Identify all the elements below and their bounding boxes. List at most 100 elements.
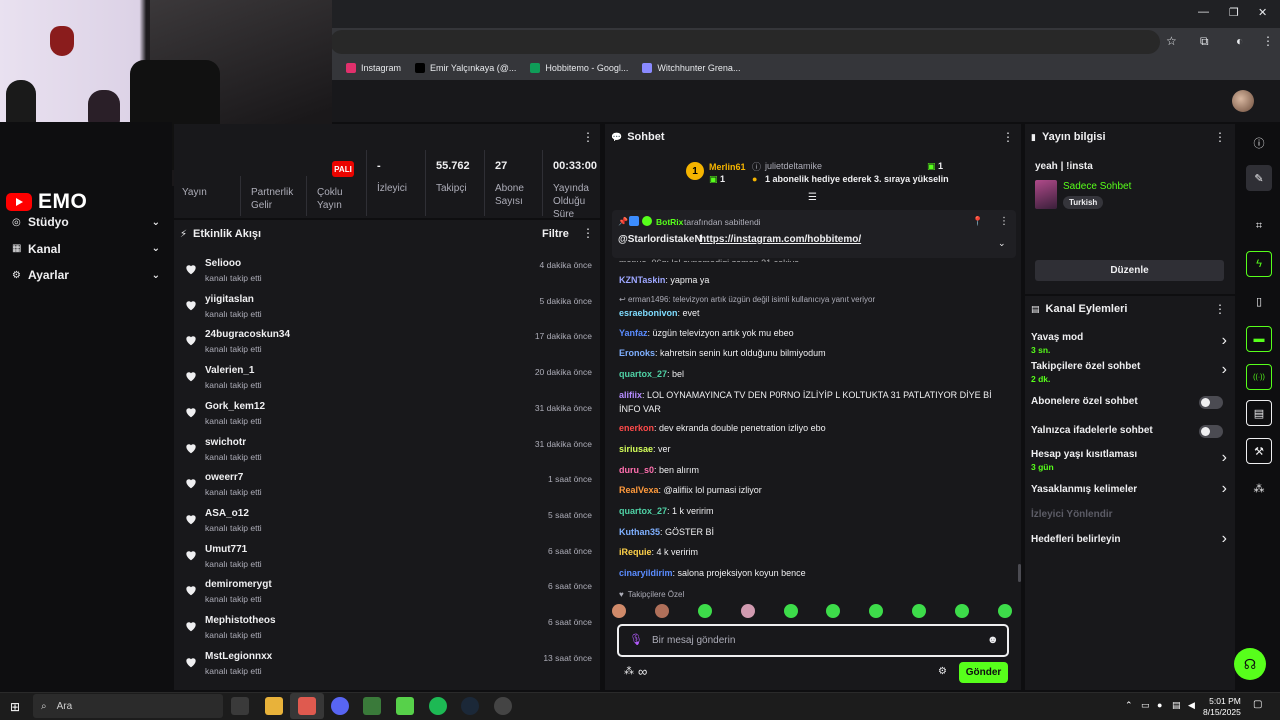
browser-menu-icon[interactable]: ⋮ [1262, 34, 1274, 48]
help-button[interactable]: ☊ [1234, 648, 1266, 680]
channel-action-item[interactable]: Hesap yaşı kısıtlaması 3 gün › [1031, 449, 1227, 472]
chat-message[interactable]: KZNTaskin: yapma ya [619, 273, 1009, 287]
stream-tag[interactable]: Turkish [1063, 196, 1104, 209]
emote-icon[interactable] [740, 604, 755, 618]
emote-icon[interactable] [612, 604, 626, 618]
list-item[interactable]: oweerr7 kanalı takip etti 1 saat önce [184, 469, 592, 505]
wrench-icon[interactable]: ⚒ [1246, 438, 1272, 464]
toggle-switch[interactable] [1199, 396, 1223, 409]
xbox-icon[interactable] [363, 697, 381, 715]
channel-action-item[interactable]: Hedefleri belirleyin › [1031, 530, 1227, 547]
bookmark-item[interactable]: Instagram [346, 63, 401, 73]
maximize-icon[interactable]: ❐ [1229, 6, 1239, 19]
list-item[interactable]: Umut771 kanalı takip etti 6 saat önce [184, 541, 592, 577]
tray-volume-icon[interactable]: ◀ [1188, 700, 1195, 711]
chat-scrollbar[interactable] [1018, 564, 1021, 582]
stats-more-icon[interactable]: ⋮ [582, 130, 594, 144]
tray-network-icon[interactable]: ▤ [1172, 700, 1181, 711]
chat-username[interactable]: esraebonivon [619, 308, 678, 318]
channel-action-item[interactable]: Yasaklanmış kelimeler › [1031, 480, 1227, 497]
stream-category[interactable]: Sadece Sohbet [1063, 181, 1131, 192]
bookmark-item[interactable]: Emir Yalçınkaya (@... [415, 63, 516, 73]
crop-icon[interactable]: ⌗ [1246, 213, 1272, 239]
address-bar[interactable] [330, 30, 1160, 54]
taskbar-search[interactable]: ⌕ Ara [33, 694, 223, 718]
activity-filter-button[interactable]: Filtre [542, 228, 569, 240]
emote-icon[interactable] [912, 604, 927, 618]
layout-icon[interactable]: ▤ [1246, 400, 1272, 426]
chat-message[interactable]: RealVexa: @alifiix lol purnasi izliyor [619, 483, 1009, 497]
document-icon[interactable]: ▯ [1246, 288, 1272, 314]
toggle-switch[interactable] [1199, 425, 1223, 438]
list-item[interactable]: Mephistotheos kanalı takip etti 6 saat önc… [184, 612, 592, 648]
emote-icon[interactable] [654, 604, 669, 618]
broadcast-icon[interactable]: ((·)) [1246, 364, 1272, 390]
chat-username[interactable]: alifiix [619, 390, 642, 400]
close-icon[interactable]: ✕ [1258, 6, 1267, 19]
emote-icon[interactable] [997, 604, 1012, 618]
windows-start-icon[interactable]: ⊞ [10, 700, 20, 714]
pinned-link[interactable]: https://instagram.com/hobbitemo/ [700, 234, 861, 245]
channel-actions-more-icon[interactable]: ⋮ [1214, 302, 1226, 316]
activity-more-icon[interactable]: ⋮ [582, 226, 594, 240]
chat-username[interactable]: Yanfaz [619, 328, 648, 338]
list-item[interactable]: ASA_o12 kanalı takip etti 5 saat önce [184, 505, 592, 541]
tray-battery-icon[interactable]: ▭ [1141, 700, 1150, 711]
bookmark-item[interactable]: Hobbitemo - Googl... [530, 63, 628, 73]
chat-username[interactable]: RealVexa [619, 485, 659, 495]
emote-icon[interactable] [783, 604, 798, 618]
chat-username[interactable]: Kuthan35 [619, 527, 660, 537]
chat-username[interactable]: quartox_27 [619, 506, 667, 516]
microphone-icon[interactable]: 🎙 [629, 633, 643, 646]
send-button[interactable]: Gönder [959, 662, 1008, 683]
emote-icon[interactable] [955, 604, 969, 618]
profile-icon[interactable]: ◐ [1236, 34, 1243, 48]
chat-message[interactable]: duru_s0: ben alırım [619, 463, 1009, 477]
stream-info-more-icon[interactable]: ⋮ [1214, 130, 1226, 144]
channel-action-item[interactable]: Yavaş mod 3 sn. › [1031, 332, 1227, 355]
extensions-icon[interactable]: ⧉ [1200, 34, 1209, 49]
chat-message[interactable]: cinaryildirim: salona projeksiyon koyun … [619, 566, 1009, 580]
file-explorer-icon[interactable] [265, 697, 283, 715]
bookmark-star-icon[interactable]: ☆ [1166, 34, 1177, 48]
obs-icon[interactable] [494, 697, 512, 715]
chat-username[interactable]: enerkon [619, 423, 654, 433]
steam-icon[interactable] [461, 697, 479, 715]
chat-message[interactable]: siriusae: ver [619, 442, 1009, 456]
emote-icon[interactable] [869, 604, 884, 618]
task-view-icon[interactable] [231, 697, 249, 715]
chat-message[interactable]: quartox_27: 1 k veririm [619, 504, 1009, 518]
chat-username[interactable]: quartox_27 [619, 369, 667, 379]
list-item[interactable]: swichotr kanalı takip etti 31 dakika önce [184, 434, 592, 470]
channel-action-item[interactable]: Takipçilere özel sohbet 2 dk. › [1031, 361, 1227, 384]
tray-chevron-icon[interactable]: ⌃ [1125, 700, 1133, 711]
chat-settings-icon[interactable]: ⚙ [938, 666, 947, 677]
chat-message[interactable]: alifiix: LOL OYNAMAYINCA TV DEN P0RNO İZ… [619, 388, 1009, 416]
avatar[interactable] [1232, 90, 1254, 112]
chat-message[interactable]: Eronoks: kahretsin senin kurt olduğunu b… [619, 346, 1009, 360]
bookmark-item[interactable]: Witchhunter Grena... [642, 63, 740, 73]
list-item[interactable]: Seliooo kanalı takip etti 4 dakika önce [184, 255, 592, 291]
chat-message[interactable]: Yanfaz: üzgün televizyon artık yok mu eb… [619, 326, 1009, 340]
pinned-more-icon[interactable]: ⋮ [999, 216, 1009, 227]
streaming-app-icon[interactable] [396, 697, 414, 715]
chat-input[interactable]: 🎙 Bir mesaj gönderin ☻ [617, 624, 1009, 657]
chat-message[interactable]: quartox_27: bel [619, 367, 1009, 381]
list-item[interactable]: Valerien_1 kanalı takip etti 20 dakika önc… [184, 362, 592, 398]
lightning-icon[interactable]: ϟ [1246, 251, 1272, 277]
chat-username[interactable]: duru_s0 [619, 465, 654, 475]
channel-points-icon[interactable]: ⁂ [624, 666, 634, 677]
chat-message[interactable]: esraebonivon: evet [619, 306, 1009, 320]
chat-message[interactable]: Kuthan35: GÖSTER Bİ [619, 525, 1009, 539]
list-item[interactable]: Gork_kem12 kanalı takip etti 31 dakika önc… [184, 398, 592, 434]
info-icon[interactable]: ⓘ [1246, 130, 1272, 156]
chat-message[interactable]: iRequie: 4 k veririm [619, 545, 1009, 559]
chat-username[interactable]: iRequie [619, 547, 652, 557]
discord-icon[interactable] [331, 697, 349, 715]
emoji-icon[interactable]: ☻ [987, 634, 999, 646]
taskbar-clock[interactable]: 5:01 PM 8/15/2025 [1203, 696, 1241, 718]
sidebar-item-kanal[interactable]: ▦ Kanal ⌄ [12, 239, 160, 259]
list-item[interactable]: MstLegionnxx kanalı takip etti 13 saat önc… [184, 648, 592, 684]
chat-username[interactable]: KZNTaskin [619, 275, 665, 285]
emote-icon[interactable] [826, 604, 841, 618]
